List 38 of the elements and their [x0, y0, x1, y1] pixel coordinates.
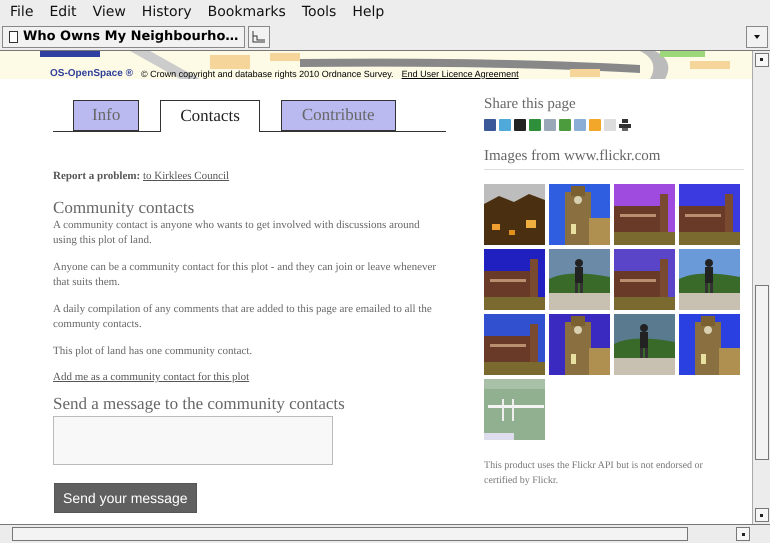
section-heading: Community contacts — [53, 198, 196, 218]
add-contact-link[interactable]: Add me as a community contact for this plot — [53, 370, 446, 383]
menu-item[interactable]: Edit — [41, 4, 85, 20]
council-link[interactable]: to Kirklees Council — [142, 170, 230, 182]
graph-icon — [252, 30, 266, 43]
copyright-notice: © Crown copyright and database rights 2010 Ordnance Survey. — [140, 68, 394, 79]
menu-item[interactable]: Help — [344, 4, 392, 20]
horizontal-scrollbar[interactable] — [0, 524, 770, 543]
paragraph: A community contact is anyone who wants to get involved with discussions around using this plot of land. — [53, 218, 421, 248]
section-heading: Images from www.flickr.com — [484, 148, 744, 170]
licence-link[interactable]: End User Licence Agreement — [402, 68, 519, 79]
share-icon[interactable] — [484, 118, 496, 131]
vertical-scrollbar[interactable] — [752, 50, 770, 524]
menu-item[interactable]: Tools — [294, 4, 344, 20]
tab-list-button[interactable] — [746, 26, 768, 48]
menu-item[interactable]: File — [2, 4, 42, 20]
paragraph: A daily compilation of any comments that are added to this page are emailed to all the communty contacts. — [53, 302, 433, 332]
send-button[interactable]: Send your message — [54, 482, 197, 513]
page-icon — [9, 30, 18, 43]
tab[interactable]: Contacts — [160, 100, 260, 132]
browser-tab[interactable]: Who Owns My Neighbourho… — [2, 26, 246, 48]
scrollbar-thumb[interactable] — [12, 527, 688, 542]
paragraph: This plot of land has one community contact. — [53, 344, 254, 359]
flickr-disclaimer: This product uses the Flickr API but is not endorsed or certified by Flickr. — [484, 458, 704, 488]
tab-graph-button[interactable] — [248, 26, 270, 48]
paragraph: Anyone can be a community contact for this plot - and they can join or leave whenever that suits them. — [53, 260, 438, 290]
share-icon[interactable] — [514, 118, 526, 131]
menu-item[interactable]: View — [84, 4, 134, 20]
menu-item[interactable]: History — [134, 4, 200, 20]
print-icon[interactable] — [619, 118, 631, 131]
menu-item[interactable]: Bookmarks — [200, 4, 294, 20]
caret-icon — [754, 34, 760, 39]
section-heading: Share this page — [484, 96, 577, 113]
map-logo: OS-OpenSpace ® — [50, 68, 133, 79]
section-heading: Send a message to the community contacts — [53, 394, 346, 414]
report-problem-text: Report a problem: to Kirklees Council — [53, 170, 230, 182]
scrollbar-thumb[interactable] — [754, 284, 768, 460]
message-field[interactable] — [53, 416, 333, 465]
